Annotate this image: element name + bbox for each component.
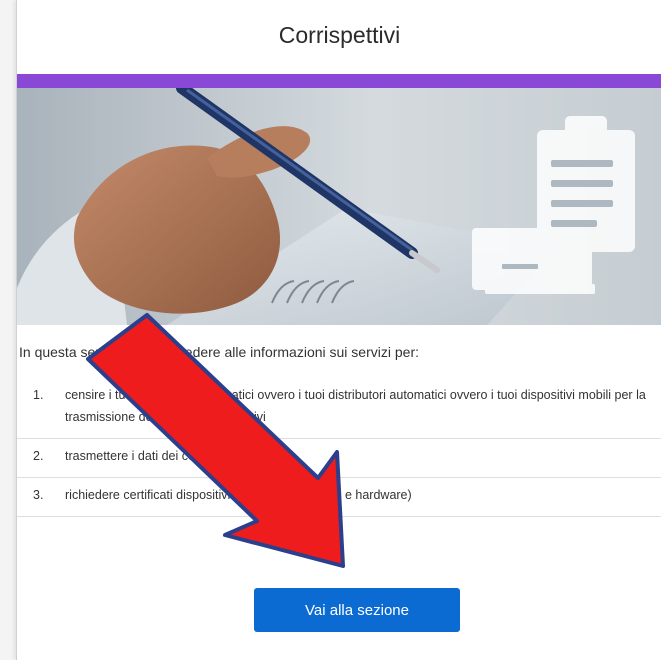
list-item-text: trasmettere i dati dei corrispettivi bbox=[65, 449, 245, 463]
service-card: Corrispettivi In questa sezione puoi acc… bbox=[16, 0, 661, 660]
list-item-text: richiedere certificati dispositivi (prod… bbox=[65, 488, 412, 502]
list-item: 3. richiedere certificati dispositivi (p… bbox=[17, 478, 661, 517]
card-title: Corrispettivi bbox=[278, 22, 401, 48]
list-item: 2. trasmettere i dati dei corrispettivi bbox=[17, 439, 661, 478]
list-item: 1. censire i tuoi registratori telematic… bbox=[17, 378, 661, 439]
services-list: 1. censire i tuoi registratori telematic… bbox=[17, 378, 661, 517]
accent-bar bbox=[17, 74, 661, 88]
list-item-text: censire i tuoi registratori telematici o… bbox=[65, 388, 646, 424]
hero-image bbox=[17, 88, 661, 325]
list-item-number: 2. bbox=[33, 449, 44, 463]
list-item-number: 3. bbox=[33, 488, 44, 502]
intro-text: In questa sezione puoi accedere alle inf… bbox=[19, 344, 419, 360]
list-item-number: 1. bbox=[33, 388, 44, 402]
go-to-section-button[interactable]: Vai alla sezione bbox=[254, 588, 460, 632]
